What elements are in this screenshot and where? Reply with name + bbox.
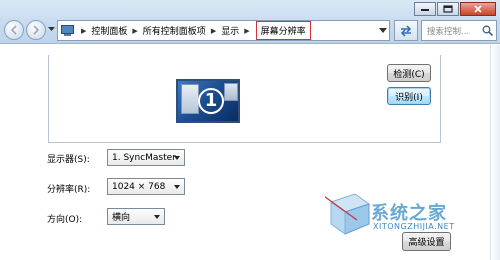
address-bar[interactable]: ▶ 控制面板 ▶ 所有控制面板项 ▶ 显示 ▶ 屏幕分辨率 <box>57 20 390 41</box>
orientation-select[interactable]: 横向 <box>107 208 165 225</box>
wallpaper-window-thumbnail <box>181 84 199 114</box>
advanced-settings-button[interactable]: 高级设置 <box>402 232 451 251</box>
breadcrumb-separator-icon[interactable]: ▶ <box>132 27 137 35</box>
window-controls <box>413 2 496 16</box>
breadcrumb-separator-icon[interactable]: ▶ <box>211 27 216 35</box>
minimize-button[interactable] <box>414 2 436 16</box>
breadcrumb-display[interactable]: 显示 <box>221 24 239 37</box>
close-button[interactable] <box>460 2 496 16</box>
window-titlebar: ▶ 控制面板 ▶ 所有控制面板项 ▶ 显示 ▶ 屏幕分辨率 搜索控制... <box>0 0 500 44</box>
minimize-icon <box>421 9 429 11</box>
search-input[interactable]: 搜索控制... <box>421 20 497 41</box>
refresh-icon <box>400 24 412 37</box>
display-select-value: 1. SyncMaster <box>112 152 176 163</box>
breadcrumb-label: 控制面板 <box>91 27 128 37</box>
advanced-settings-label: 高级设置 <box>408 238 445 248</box>
monitor-number: 1 <box>198 88 224 114</box>
watermark-subtitle: XITONGZHIJIA.NET <box>373 222 455 231</box>
orientation-label: 方向(O): <box>47 215 83 225</box>
chevron-down-icon <box>174 156 180 160</box>
forward-arrow-icon <box>33 25 40 35</box>
search-placeholder: 搜索控制... <box>427 26 470 37</box>
orientation-select-value: 横向 <box>112 213 131 223</box>
control-panel-icon <box>58 21 76 40</box>
breadcrumb-separator-icon: ▶ <box>81 26 87 35</box>
wallpaper-window-thumbnail <box>224 83 238 101</box>
breadcrumb-label: 所有控制面板项 <box>142 27 206 37</box>
recent-pages-chevron-icon[interactable] <box>48 27 55 32</box>
breadcrumb-all-items[interactable]: 所有控制面板项 <box>143 24 206 37</box>
breadcrumb-separator-icon[interactable]: ▶ <box>244 27 249 35</box>
maximize-icon <box>443 5 453 13</box>
breadcrumb-label: 显示 <box>221 27 240 37</box>
identify-button-label: 识别(I) <box>395 92 423 103</box>
window-right-border <box>490 45 500 260</box>
monitor-1-tile[interactable]: 1 <box>176 79 240 123</box>
breadcrumb-screen-resolution[interactable]: 屏幕分辨率 <box>255 21 311 40</box>
resolution-select-value: 1024 × 768 <box>112 181 166 192</box>
breadcrumb-control-panel[interactable]: 控制面板 <box>91 24 127 37</box>
detect-button-label: 检测(C) <box>393 69 425 80</box>
display-preview-panel: 1 检测(C) 识别(I) <box>48 55 441 143</box>
identify-button[interactable]: 识别(I) <box>387 87 431 105</box>
detect-button[interactable]: 检测(C) <box>387 64 431 82</box>
forward-button[interactable] <box>26 20 46 40</box>
maximize-button[interactable] <box>437 2 459 16</box>
chevron-down-icon <box>154 215 160 219</box>
address-dropdown-chevron-icon[interactable] <box>379 25 387 35</box>
display-label: 显示器(S): <box>47 155 90 165</box>
chevron-down-icon <box>174 185 180 189</box>
search-icon[interactable] <box>482 25 493 36</box>
resolution-label: 分辨率(R): <box>47 185 91 195</box>
watermark-logo-icon <box>325 193 371 235</box>
resolution-select[interactable]: 1024 × 768 <box>107 178 185 195</box>
close-icon <box>474 5 482 13</box>
refresh-button[interactable] <box>394 20 418 41</box>
display-select[interactable]: 1. SyncMaster <box>107 149 185 166</box>
back-button[interactable] <box>4 20 24 40</box>
back-arrow-icon <box>10 25 17 35</box>
breadcrumb-label: 屏幕分辨率 <box>260 27 306 37</box>
